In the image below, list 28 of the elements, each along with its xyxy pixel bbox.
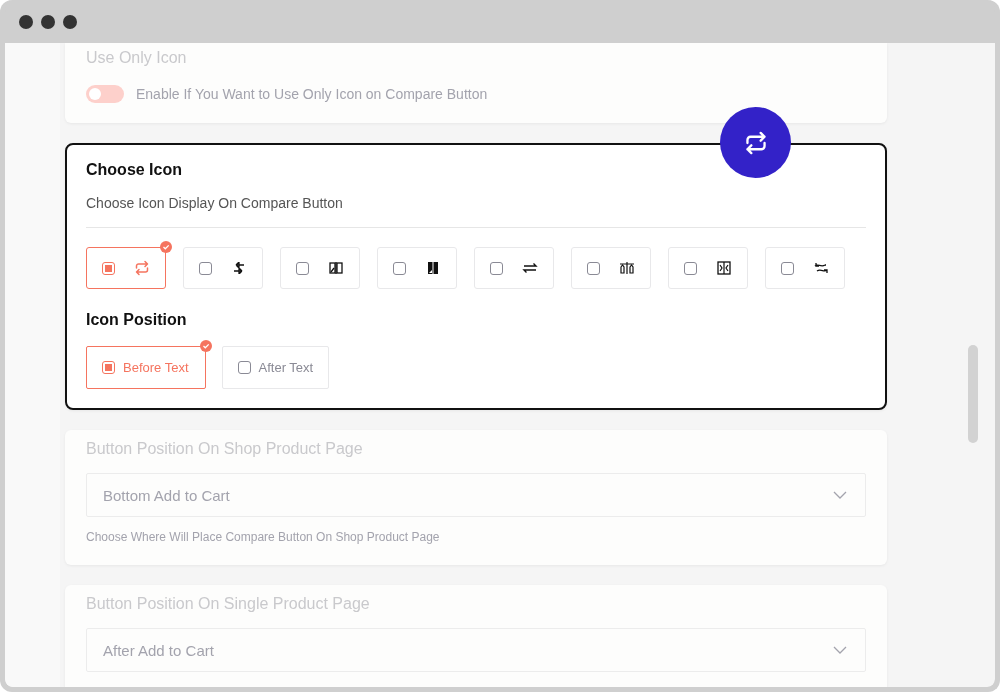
scale-icon <box>617 259 636 277</box>
select-field[interactable]: Bottom Add to Cart <box>86 473 866 517</box>
radio-checkbox-icon <box>392 261 406 275</box>
section-title: Choose Icon <box>86 161 182 179</box>
help-text: Choose Where Will Place Compare Button On Shop Product Page <box>86 530 440 544</box>
check-badge-icon <box>199 340 212 352</box>
radio-checkbox-icon <box>780 261 794 275</box>
radio-checkbox-icon <box>295 261 309 275</box>
check-badge-icon <box>160 241 172 253</box>
chevron-down-icon <box>833 646 847 654</box>
radio-checkbox-icon <box>489 261 503 275</box>
scrollbar[interactable] <box>968 345 978 443</box>
position-option[interactable]: After Text <box>221 346 330 389</box>
columns-icon <box>326 259 345 277</box>
chevron-down-icon <box>833 491 847 499</box>
radio-checkbox-icon <box>683 261 697 275</box>
section-description: Choose Icon Display On Compare Button <box>86 195 343 211</box>
position-option[interactable]: Before Text <box>86 346 206 389</box>
section-title: Icon Position <box>86 311 187 329</box>
columns-icon <box>714 259 733 277</box>
radio-checkbox-icon <box>586 261 600 275</box>
radio-checkbox-icon <box>102 361 115 374</box>
toggle-label: Enable If You Want to Use Only Icon on Compare Button <box>136 86 488 102</box>
select-field[interactable]: After Add to Cart <box>86 628 866 672</box>
toggle-switch[interactable] <box>86 85 124 103</box>
radio-checkbox-icon <box>237 361 251 374</box>
radio-checkbox-icon <box>101 261 115 275</box>
radio-checkbox-icon <box>198 261 212 275</box>
